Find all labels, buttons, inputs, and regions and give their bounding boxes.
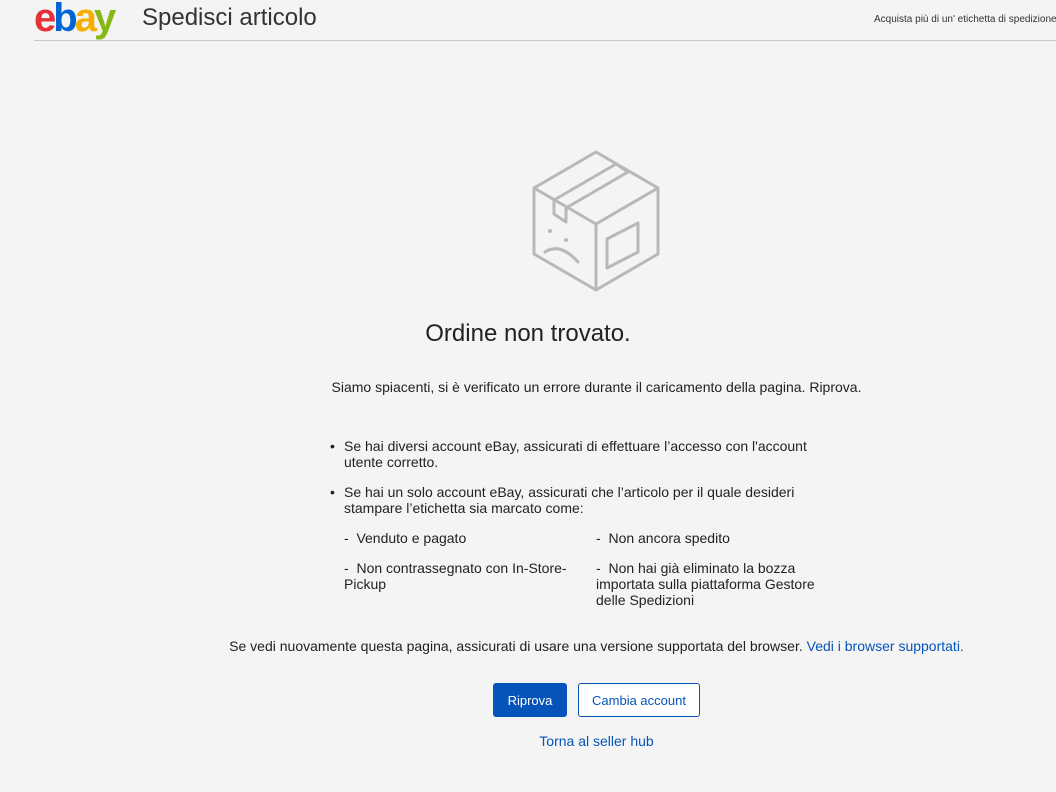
- logo-letter-e: e: [34, 0, 56, 40]
- logo-letter-a: a: [74, 0, 97, 40]
- status-grid: - Venduto e pagato - Non ancora spedito …: [344, 530, 830, 608]
- supported-browsers-link[interactable]: Vedi i browser supportati.: [807, 638, 964, 654]
- logo-letter-b: b: [53, 0, 78, 40]
- status-item: - Non contrassegnato con In-Store-Pickup: [344, 560, 596, 608]
- status-text: Non hai già eliminato la bozza importata…: [596, 560, 815, 608]
- buy-multiple-labels-link[interactable]: Acquista più di un' etichetta di spedizi…: [874, 14, 1056, 25]
- tips-list: • Se hai diversi account eBay, assicurat…: [330, 438, 830, 608]
- dash: -: [596, 560, 601, 576]
- list-item: • Se hai un solo account eBay, assicurat…: [330, 484, 830, 608]
- sad-box-icon: [532, 150, 660, 292]
- logo-letter-y: y: [93, 0, 116, 40]
- status-text: Venduto e pagato: [356, 530, 467, 546]
- error-message: Siamo spiacenti, si è verificato un erro…: [331, 379, 862, 395]
- status-item: - Non ancora spedito: [596, 530, 836, 546]
- status-item: - Non hai già eliminato la bozza importa…: [596, 560, 836, 608]
- dash: -: [344, 560, 349, 576]
- list-item: • Se hai diversi account eBay, assicurat…: [330, 438, 830, 470]
- ebay-logo[interactable]: ebay: [34, 0, 116, 44]
- tip-text: Se hai un solo account eBay, assicurati …: [344, 484, 795, 516]
- dash: -: [596, 530, 601, 546]
- retry-button[interactable]: Riprova: [493, 683, 567, 717]
- browser-note-text: Se vedi nuovamente questa pagina, assicu…: [229, 638, 803, 654]
- status-text: Non ancora spedito: [608, 530, 730, 546]
- bullet: •: [330, 484, 335, 500]
- tip-text: Se hai diversi account eBay, assicurati …: [344, 438, 807, 470]
- back-to-seller-hub-wrapper: Torna al seller hub: [0, 733, 1056, 749]
- browser-note: Se vedi nuovamente questa pagina, assicu…: [0, 638, 1056, 654]
- change-account-button[interactable]: Cambia account: [578, 683, 700, 717]
- dash: -: [344, 530, 349, 546]
- header: ebay Spedisci articolo Acquista più di u…: [34, 0, 1056, 41]
- page-title: Spedisci articolo: [142, 4, 317, 31]
- back-to-seller-hub-link[interactable]: Torna al seller hub: [539, 733, 653, 749]
- status-item: - Venduto e pagato: [344, 530, 596, 546]
- status-text: Non contrassegnato con In-Store-Pickup: [344, 560, 567, 592]
- bullet: •: [330, 438, 335, 454]
- error-heading: Ordine non trovato.: [425, 320, 631, 347]
